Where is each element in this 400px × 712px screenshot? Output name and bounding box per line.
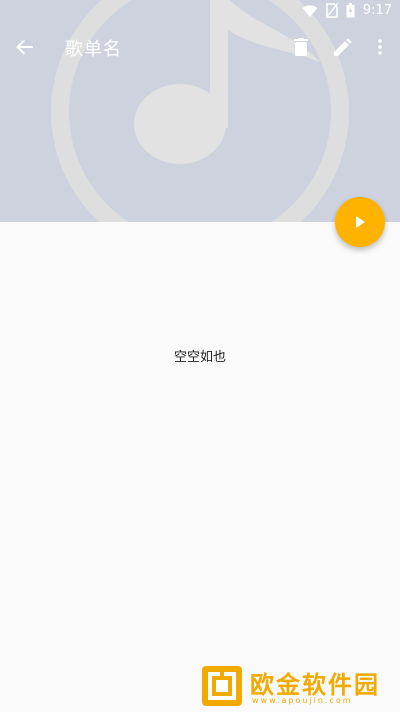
wifi-icon [302,4,318,17]
more-vert-icon [378,39,382,55]
play-icon [356,216,365,228]
empty-state-text: 空空如也 [173,350,226,365]
playlist-screen: 9:17 歌单名 空空如也 欧金软件园 www.apoujin.com [0,0,400,712]
status-bar: 9:17 [0,0,400,24]
status-time: 9:17 [362,3,392,18]
no-sim-icon [325,3,338,18]
playlist-header: 9:17 歌单名 [0,0,400,222]
toolbar: 歌单名 [0,24,400,70]
edit-button[interactable] [330,34,356,60]
edit-icon [334,38,352,56]
back-arrow-icon [16,39,33,55]
watermark: 欧金软件园 www.apoujin.com [200,664,394,708]
delete-button[interactable] [288,34,314,60]
battery-icon [346,3,355,18]
delete-icon [294,38,308,56]
back-button[interactable] [12,34,38,60]
watermark-url: www.apoujin.com [252,696,353,705]
playlist-title: 歌单名 [65,39,122,60]
watermark-brand: 欧金软件园 [250,671,380,699]
more-options-button[interactable] [367,34,393,60]
play-all-button[interactable] [335,197,385,247]
watermark-logo [202,666,242,706]
